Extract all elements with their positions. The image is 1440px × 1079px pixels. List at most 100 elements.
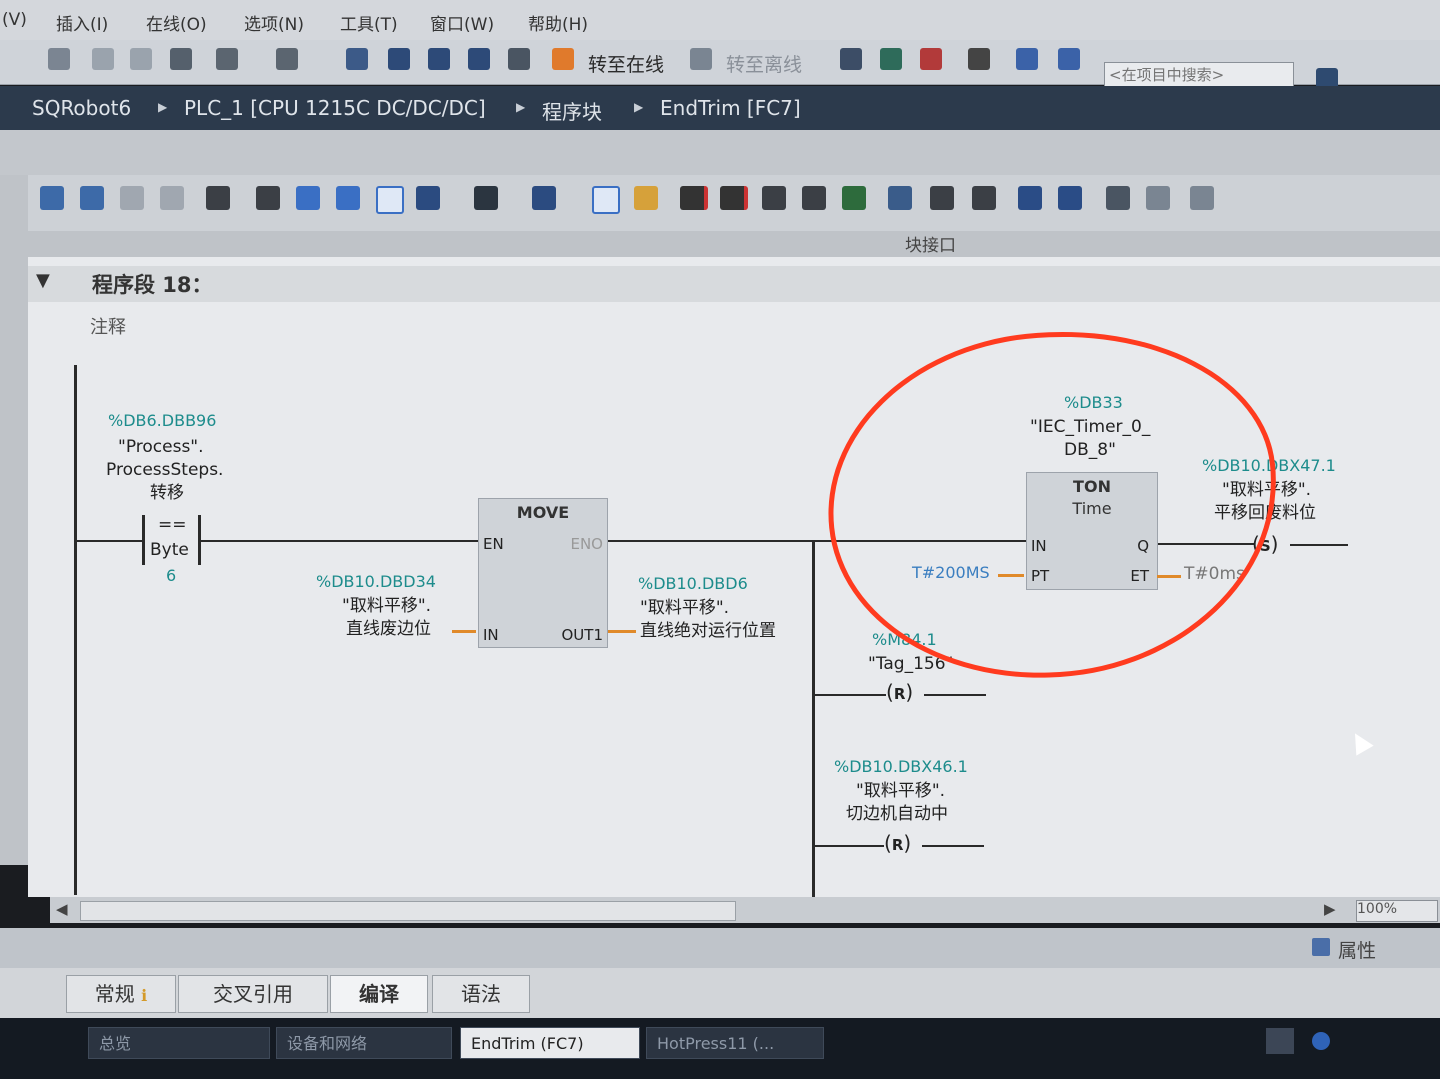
menu-insert[interactable]: 插入(I) [56,10,108,35]
zoom-level[interactable]: 100% [1356,900,1438,922]
monitor-icon[interactable] [634,186,658,210]
split-vertical-icon[interactable] [1058,48,1080,70]
task-devices-networks[interactable]: 设备和网络 [276,1027,452,1059]
delete-icon[interactable] [170,48,192,70]
go-online-button[interactable]: 转至在线 [588,50,664,77]
status-icon [1312,1032,1330,1050]
compare-contact-right [198,515,201,565]
breadcrumb-program-blocks[interactable]: 程序块 [542,96,602,125]
favorites-icon[interactable] [474,186,498,210]
absolute-operands-icon[interactable] [416,186,440,210]
load-snapshot-icon[interactable] [802,186,826,210]
compare-operand-name: "Process". [118,437,204,457]
reset-coil-2-symbol[interactable]: (R) [884,831,911,855]
scroll-left-icon[interactable]: ◀ [56,900,68,918]
start-sim-icon[interactable] [508,48,530,70]
breadcrumb-project[interactable]: SQRobot6 [32,96,131,120]
network-header [28,266,1440,302]
scroll-right-icon[interactable]: ▶ [1324,900,1336,918]
move-box[interactable]: MOVE EN ENO IN OUT1 [478,498,608,648]
editor-header-strip [0,130,1440,175]
start-cpu-icon[interactable] [880,48,902,70]
rung-wire [200,540,478,542]
undo-icon[interactable] [216,48,238,70]
branch-open-icon[interactable] [930,186,954,210]
block-interface-label[interactable]: 块接口 [905,231,956,256]
upload-icon[interactable] [428,48,450,70]
menu-options[interactable]: 选项(N) [244,10,304,35]
insert-row-icon[interactable] [120,186,144,210]
compile-icon[interactable] [346,48,368,70]
move-in-name: "取料平移". [342,596,432,616]
redo-icon[interactable] [276,48,298,70]
task-endtrim[interactable]: EndTrim (FC7) [460,1027,640,1059]
simulate-icon[interactable] [468,48,490,70]
project-search-input[interactable] [1104,62,1294,88]
call-icon[interactable] [888,186,912,210]
network-comment[interactable]: 注释 [90,313,126,339]
task-overview[interactable]: 总览 [88,1027,270,1059]
jump-icon[interactable] [1018,186,1042,210]
tab-syntax[interactable]: 语法 [432,975,530,1013]
menu-help[interactable]: 帮助(H) [528,10,588,35]
tab-general[interactable]: 常规 ℹ [66,975,176,1013]
goto-error-prev-icon[interactable] [680,186,708,210]
block-interface-bar[interactable] [28,231,1440,257]
return-icon[interactable] [1058,186,1082,210]
link-icon[interactable] [1146,186,1170,210]
left-gutter [0,175,29,865]
snapshot-icon[interactable] [762,186,786,210]
menu-online[interactable]: 在线(O) [146,10,207,35]
compare-contact-left [142,515,145,565]
search-replace-icon[interactable] [1106,186,1130,210]
cross-reference-icon[interactable] [968,48,990,70]
menu-view[interactable]: (V) [2,10,27,30]
comment-icon[interactable] [376,186,404,214]
scroll-thumb[interactable] [80,901,736,921]
properties-tab[interactable]: 属性 [1338,936,1376,963]
collapse-networks-icon[interactable] [336,186,360,210]
download-icon[interactable] [388,48,410,70]
reset-coil-1-symbol[interactable]: (R) [886,680,913,704]
properties-icon[interactable] [1312,938,1330,956]
copy-icon[interactable] [92,48,114,70]
branch-close-icon[interactable] [972,186,996,210]
networks-list-icon[interactable] [592,186,620,214]
tab-cross-reference[interactable]: 交叉引用 [178,975,328,1013]
accessible-devices-icon[interactable] [840,48,862,70]
go-online-icon[interactable] [552,48,574,70]
menu-window[interactable]: 窗口(W) [430,10,494,35]
delete-network-icon[interactable] [80,186,104,210]
goto-error-next-icon[interactable] [720,186,748,210]
insert-network-icon[interactable] [40,186,64,210]
menu-tools[interactable]: 工具(T) [340,10,398,35]
network-status-icon[interactable] [1266,1028,1294,1054]
instructions-icon[interactable] [532,186,556,210]
go-offline-button[interactable]: 转至离线 [726,50,802,77]
breadcrumb-plc[interactable]: PLC_1 [CPU 1215C DC/DC/DC] [184,96,486,120]
paste-icon[interactable] [130,48,152,70]
monitor-on-off-icon[interactable] [842,186,866,210]
expand-networks-icon[interactable] [296,186,320,210]
rung-wire [76,540,142,542]
open-branch-icon[interactable] [206,186,230,210]
tab-compile[interactable]: 编译 [330,975,428,1013]
stop-cpu-icon[interactable] [920,48,942,70]
compare-operand-name: ProcessSteps. [106,460,224,480]
breadcrumb-block[interactable]: EndTrim [FC7] [660,96,801,120]
chevron-right-icon: ▶ [158,100,168,114]
move-in-pin: IN [483,626,499,644]
reset-coil-2-name: "取料平移". [856,781,946,801]
add-row-icon[interactable] [160,186,184,210]
list-icon[interactable] [256,186,280,210]
rung-wire [814,694,886,696]
task-hotpress[interactable]: HotPress11 (... [646,1027,824,1059]
menu-bar: (V) 插入(I) 在线(O) 选项(N) 工具(T) 窗口(W) 帮助(H) [0,0,1440,40]
watch-table-icon[interactable] [1190,186,1214,210]
cut-icon[interactable] [48,48,70,70]
go-offline-icon[interactable] [690,48,712,70]
move-in-wire [452,630,476,633]
split-horizontal-icon[interactable] [1016,48,1038,70]
move-title: MOVE [516,503,570,522]
collapse-network-icon[interactable]: ▼ [36,270,50,291]
